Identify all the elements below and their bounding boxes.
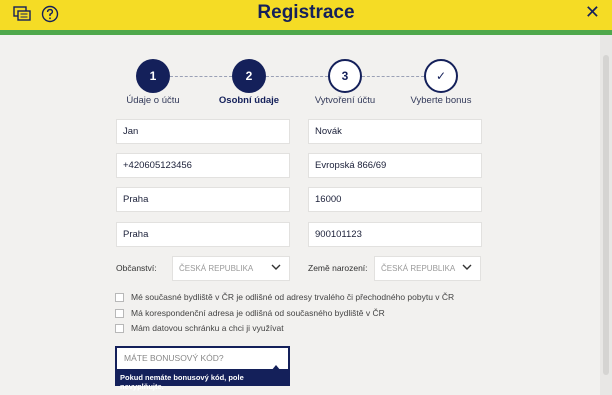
citizenship-select[interactable]: ČESKÁ REPUBLIKA	[172, 256, 290, 281]
bonus-code-hint: Pokud nemáte bonusový kód, pole nevyplňu…	[115, 371, 290, 391]
checkbox-label: Mé současné bydliště v ČR je odlišné od …	[131, 292, 455, 302]
chevron-down-icon	[462, 262, 472, 275]
citizenship-label: Občanství:	[116, 263, 157, 273]
checkbox-different-residence[interactable]: Mé současné bydliště v ČR je odlišné od …	[115, 291, 454, 303]
scrollbar-thumb[interactable]	[603, 55, 609, 375]
scrollbar[interactable]	[600, 35, 612, 395]
checkbox-box[interactable]	[115, 323, 124, 333]
birth-place-field[interactable]: Praha	[116, 222, 290, 247]
registration-panel	[0, 35, 600, 395]
birth-number-field[interactable]: 900101123	[308, 222, 482, 247]
phone-field[interactable]: +420605123456	[116, 153, 290, 178]
step-connector	[266, 76, 328, 77]
step-1-circle: 1	[136, 59, 170, 93]
birth-country-select[interactable]: ČESKÁ REPUBLIKA	[374, 256, 481, 281]
checkbox-box[interactable]	[115, 292, 124, 302]
zip-field[interactable]: 16000	[308, 187, 482, 212]
checkbox-label: Mám datovou schránku a chci ji využívat	[131, 323, 284, 333]
birth-country-value: ČESKÁ REPUBLIKA	[381, 264, 456, 273]
checkbox-data-box[interactable]: Mám datovou schránku a chci ji využívat	[115, 322, 284, 334]
step-4-checkmark-icon: ✓	[424, 59, 458, 93]
first-name-field[interactable]: Jan	[116, 119, 290, 144]
step-2-label: Osobní údaje	[218, 95, 280, 106]
bonus-code-input[interactable]: MÁTE BONUSOVÝ KÓD?	[115, 346, 290, 371]
step-connector	[170, 76, 232, 77]
checkbox-label: Má korespondenční adresa je odlišná od s…	[131, 308, 385, 318]
birth-country-label: Země narození:	[308, 263, 368, 273]
step-2-circle: 2	[232, 59, 266, 93]
header-bar: Registrace ✕	[0, 0, 612, 30]
city-field[interactable]: Praha	[116, 187, 290, 212]
checkbox-box[interactable]	[115, 308, 124, 318]
close-icon[interactable]: ✕	[585, 2, 600, 23]
step-1-label: Údaje o účtu	[126, 95, 180, 106]
chevron-down-icon	[271, 262, 281, 275]
checkbox-different-correspondence[interactable]: Má korespondenční adresa je odlišná od s…	[115, 307, 385, 319]
step-3-circle: 3	[328, 59, 362, 93]
step-3-label: Vytvoření účtu	[314, 95, 376, 106]
step-connector	[362, 76, 424, 77]
last-name-field[interactable]: Novák	[308, 119, 482, 144]
citizenship-value: ČESKÁ REPUBLIKA	[179, 264, 254, 273]
step-4-label: Vyberte bonus	[410, 95, 472, 106]
street-field[interactable]: Evropská 866/69	[308, 153, 482, 178]
page-title: Registrace	[257, 2, 355, 23]
